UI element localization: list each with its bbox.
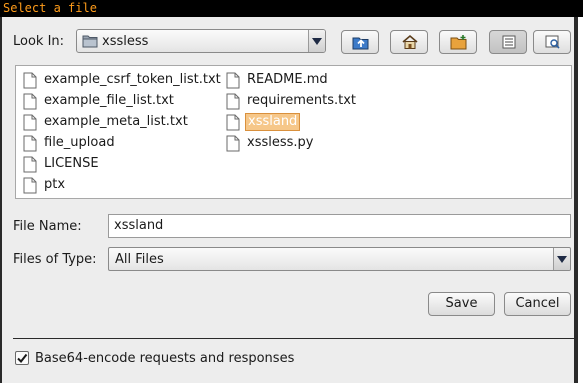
- new-folder-button[interactable]: [439, 30, 477, 54]
- file-name: requirements.txt: [247, 93, 357, 108]
- chevron-down-icon[interactable]: [308, 30, 325, 52]
- details-view-button[interactable]: [533, 30, 571, 54]
- look-in-label: Look In:: [13, 34, 65, 49]
- file-name: LICENSE: [44, 156, 99, 171]
- file-type-label: Files of Type:: [13, 252, 97, 267]
- home-button[interactable]: [390, 30, 428, 54]
- up-one-level-button[interactable]: [341, 30, 379, 54]
- file-icon: [23, 135, 37, 156]
- cancel-button[interactable]: Cancel: [504, 292, 571, 316]
- file-icon: [23, 72, 37, 93]
- file-name: example_file_list.txt: [44, 93, 174, 108]
- base64-checkbox-label[interactable]: Base64-encode requests and responses: [35, 351, 294, 367]
- file-icon: [23, 177, 37, 198]
- file-name: ptx: [44, 177, 66, 192]
- file-name: example_meta_list.txt: [44, 114, 188, 129]
- chevron-down-icon[interactable]: [553, 248, 570, 270]
- file-name: xssless.py: [247, 135, 314, 150]
- file-icon: [23, 114, 37, 135]
- look-in-value: xssless: [102, 34, 149, 49]
- save-button[interactable]: Save: [428, 292, 495, 316]
- file-name: README.md: [247, 72, 328, 87]
- file-icon: [226, 135, 240, 156]
- file-icon: [226, 114, 240, 135]
- list-view-button[interactable]: [489, 30, 527, 54]
- file-type-value: All Files: [115, 252, 164, 267]
- file-name: example_csrf_token_list.txt: [44, 72, 221, 87]
- window-title: Select a file: [0, 0, 583, 17]
- base64-checkbox[interactable]: [15, 351, 29, 365]
- file-icon: [23, 156, 37, 177]
- file-icon: [23, 93, 37, 114]
- file-name: file_upload: [44, 135, 115, 150]
- file-type-combo[interactable]: All Files: [108, 247, 571, 271]
- file-name-input[interactable]: xssland: [108, 214, 571, 238]
- checkmark-icon: [17, 353, 28, 364]
- file-icon: [226, 72, 240, 93]
- file-name: xssland: [245, 113, 301, 131]
- divider: [13, 338, 575, 339]
- file-chooser-dialog: Look In: xssless example_csrf_token_list…: [0, 17, 578, 383]
- file-name-label: File Name:: [13, 219, 82, 234]
- folder-icon: [82, 34, 98, 52]
- file-list[interactable]: example_csrf_token_list.txt example_file…: [15, 65, 572, 199]
- file-icon: [226, 93, 240, 114]
- look-in-combo[interactable]: xssless: [76, 29, 326, 53]
